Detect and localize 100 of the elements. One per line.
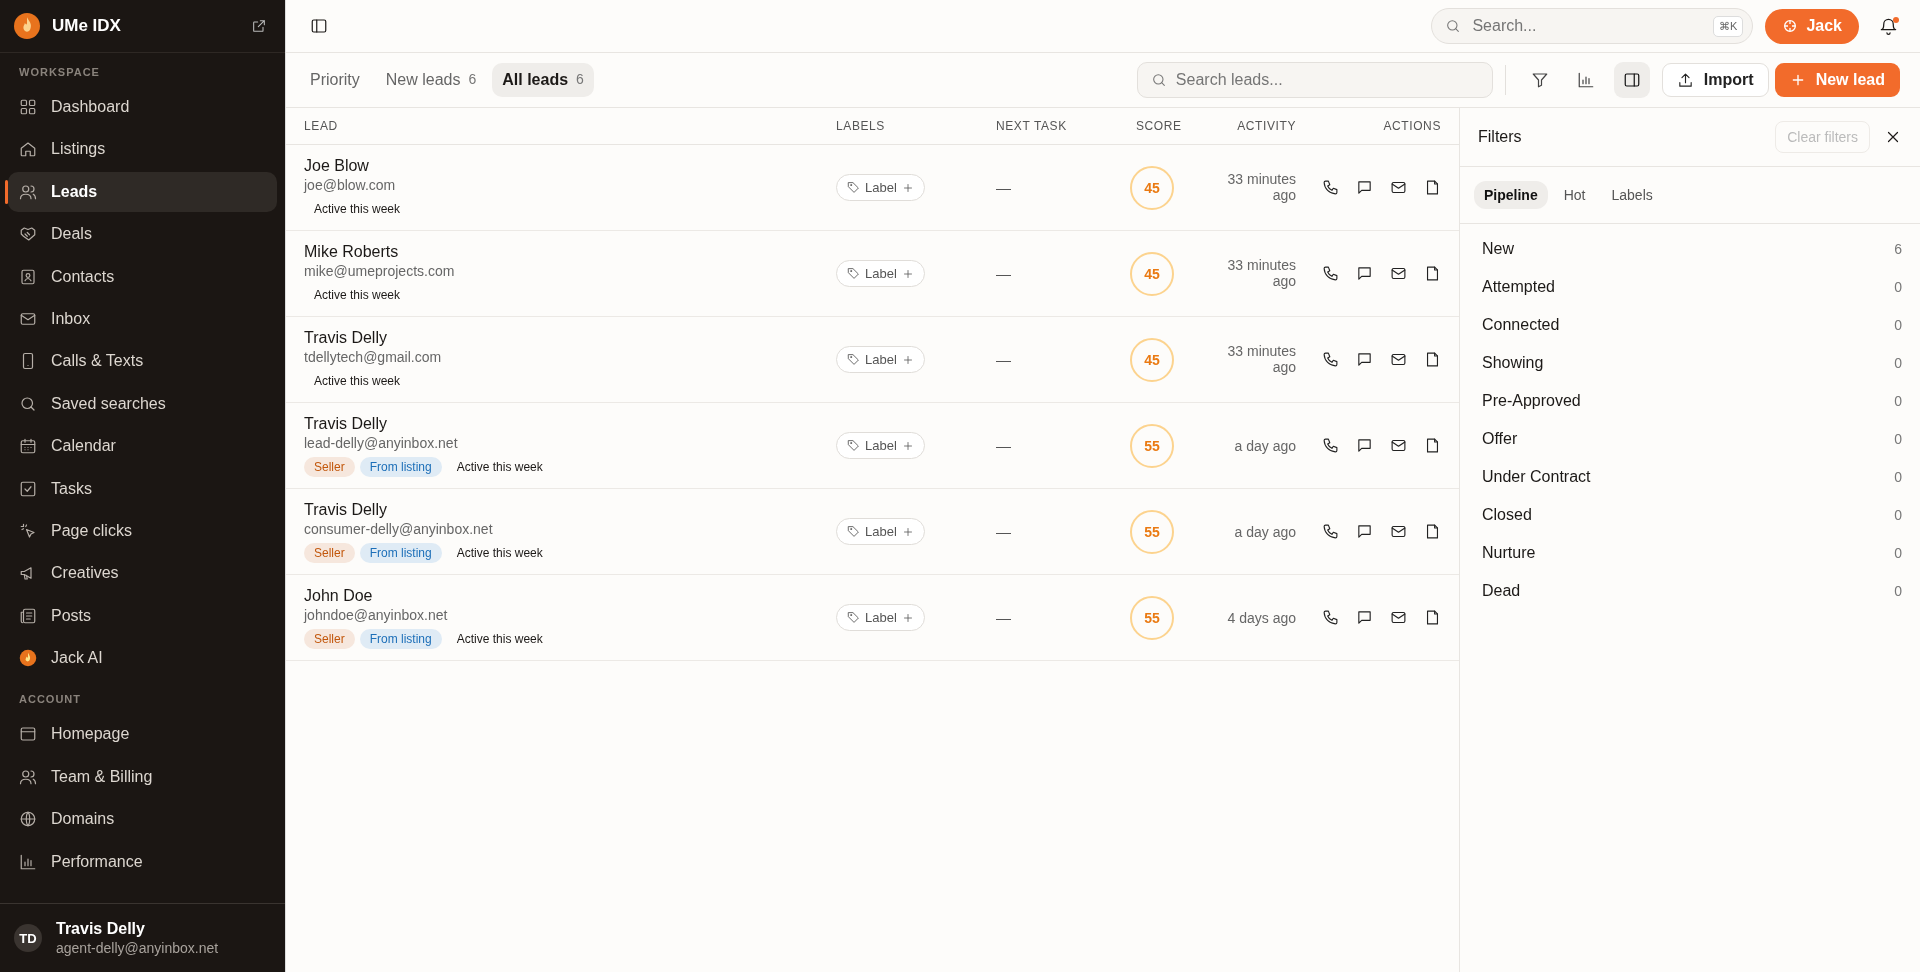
note-icon[interactable] [1424,437,1441,454]
phone-icon[interactable] [1322,609,1339,626]
activity-time: 4 days ago [1227,609,1296,626]
lead-email: tdellytech@gmail.com [304,348,443,365]
tab[interactable]: New leads 6 [375,63,487,97]
nav-item[interactable]: Contacts [8,256,277,297]
pipeline-stage-item[interactable]: Showing 0 [1460,344,1920,382]
nav-item[interactable]: Saved searches [8,383,277,424]
add-label-button[interactable]: Label [836,346,925,373]
note-icon[interactable] [1424,179,1441,196]
phone-icon[interactable] [1322,265,1339,282]
nav-item[interactable]: Deals [8,214,277,255]
nav-item[interactable]: Homepage [8,714,277,755]
tag: From listing [359,628,442,649]
panel-toggle-button[interactable] [1613,62,1650,98]
search-leads-field[interactable]: Search leads... [1136,62,1493,98]
shortcut-key: ⌘K [1713,16,1744,37]
envelope-icon[interactable] [1390,609,1407,626]
filter-tab[interactable]: Hot [1553,181,1596,209]
phone-icon[interactable] [1322,437,1339,454]
pipeline-stage-item[interactable]: Connected 0 [1460,306,1920,344]
tab[interactable]: Priority [300,63,370,97]
note-icon[interactable] [1424,351,1441,368]
section-heading: ACCOUNT [18,692,82,708]
tag: Seller [304,456,355,477]
pipeline-stage-item[interactable]: New 6 [1460,230,1920,268]
note-icon[interactable] [1424,265,1441,282]
pointer-click-icon [19,521,37,540]
nav-item[interactable]: Team & Billing [8,756,277,797]
chat-bubble-icon[interactable] [1356,265,1373,282]
filter-tab[interactable]: Labels [1601,181,1663,209]
nav-item[interactable]: Page clicks [8,510,277,551]
filter-tab[interactable]: Pipeline [1474,181,1548,209]
pipeline-stage-item[interactable]: Nurture 0 [1460,534,1920,572]
phone-icon[interactable] [1322,523,1339,540]
section-heading: WORKSPACE [18,65,101,80]
nav-item[interactable]: Domains [8,799,277,840]
envelope-icon[interactable] [1390,437,1407,454]
lead-email: johndoe@anyinbox.net [304,606,449,623]
external-link-icon[interactable] [251,18,267,34]
notification-bell-icon[interactable] [1879,16,1898,36]
sidebar-toggle-icon[interactable] [310,17,328,35]
pipeline-stage-item[interactable]: Closed 0 [1460,496,1920,534]
envelope-icon[interactable] [1390,265,1407,282]
pipeline-stage-item[interactable]: Dead 0 [1460,572,1920,610]
add-label-button[interactable]: Label [836,518,925,545]
next-task-cell: — [996,350,1011,368]
add-label-button[interactable]: Label [836,604,925,631]
next-task-cell: — [996,436,1011,454]
add-label-button[interactable]: Label [836,174,925,201]
tab[interactable]: All leads 6 [492,63,594,97]
lead-name[interactable]: John Doe [304,586,836,605]
activity-tag: Active this week [446,542,553,563]
envelope-icon[interactable] [1390,351,1407,368]
nav-item[interactable]: Posts [8,595,277,636]
search-icon [1150,72,1167,88]
add-label-button[interactable]: Label [836,260,925,287]
nav-item[interactable]: Jack AI [8,638,277,679]
lead-name[interactable]: Mike Roberts [304,242,836,261]
chat-bubble-icon[interactable] [1356,437,1373,454]
import-button[interactable]: Import [1661,63,1769,97]
envelope-icon[interactable] [1390,523,1407,540]
lead-name[interactable]: Travis Delly [304,414,836,433]
chat-bubble-icon[interactable] [1356,351,1373,368]
pipeline-stage-item[interactable]: Under Contract 0 [1460,458,1920,496]
phone-icon[interactable] [1322,351,1339,368]
nav-item[interactable]: Calls & Texts [8,341,277,382]
bar-chart-icon [1576,71,1595,89]
people-icon [19,767,37,786]
flame-avatar-icon [19,649,37,668]
phone-icon[interactable] [1322,179,1339,196]
note-icon[interactable] [1424,609,1441,626]
lead-name[interactable]: Travis Delly [304,328,836,347]
nav-item[interactable]: Leads [8,171,277,212]
nav-item[interactable]: Inbox [8,298,277,339]
envelope-icon[interactable] [1390,179,1407,196]
score-ring: 45 [1130,165,1174,210]
nav-item[interactable]: Performance [8,841,277,882]
nav-item[interactable]: Listings [8,129,277,170]
lead-name[interactable]: Joe Blow [304,156,836,175]
pipeline-stage-item[interactable]: Pre-Approved 0 [1460,382,1920,420]
note-icon[interactable] [1424,523,1441,540]
tag: From listing [359,542,442,563]
pipeline-stage-item[interactable]: Attempted 0 [1460,268,1920,306]
pipeline-stage-item[interactable]: Offer 0 [1460,420,1920,458]
flame-logo-icon [14,13,40,39]
lead-name[interactable]: Travis Delly [304,500,836,519]
chat-bubble-icon[interactable] [1356,179,1373,196]
tag-icon [847,181,860,194]
nav-item[interactable]: Dashboard [8,87,277,127]
house-icon [19,140,37,159]
tag-icon [847,525,860,538]
chat-bubble-icon[interactable] [1356,609,1373,626]
nav-item[interactable]: Calendar [8,426,277,467]
chat-bubble-icon[interactable] [1356,523,1373,540]
nav-item[interactable]: Tasks [8,468,277,509]
panel-title: Filters [1478,128,1522,146]
tag-icon [847,611,860,624]
nav-item[interactable]: Creatives [8,553,277,594]
add-label-button[interactable]: Label [836,432,925,459]
